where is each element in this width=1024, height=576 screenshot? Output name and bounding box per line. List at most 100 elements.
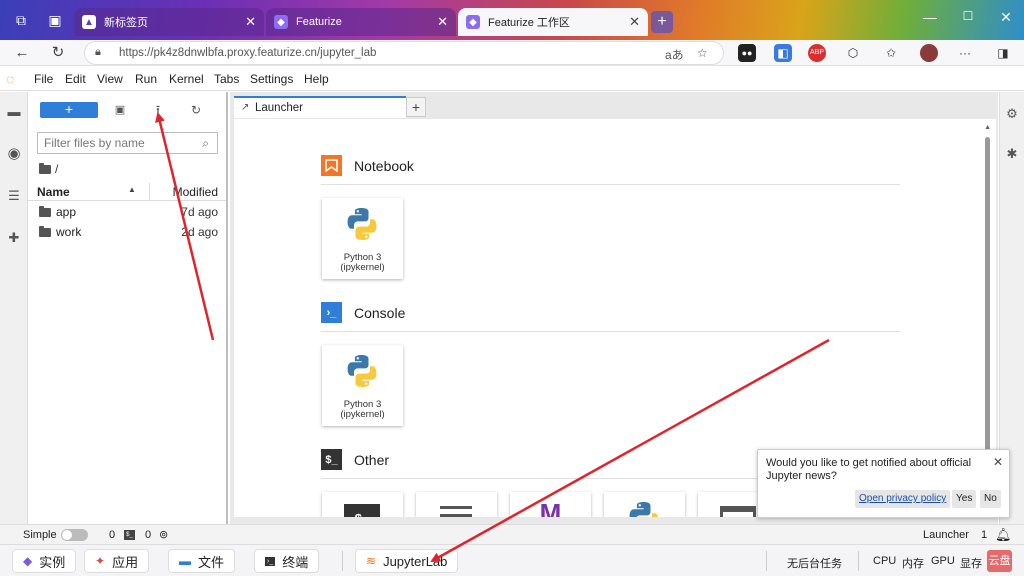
table-of-contents-icon[interactable]: ☰	[6, 188, 22, 204]
extensions-icon[interactable]: ✚	[6, 230, 22, 246]
url-text[interactable]: https://pk4z8dnwlbfa.proxy.featurize.cn/…	[119, 47, 376, 59]
upload-icon[interactable]: ⭱	[150, 102, 166, 118]
back-icon[interactable]: ←	[12, 43, 32, 63]
tab-launcher[interactable]: ↗ Launcher	[234, 96, 406, 118]
markdown-file-card[interactable]: M	[510, 492, 591, 517]
file-row[interactable]: work 2d ago	[28, 222, 226, 242]
memory-metric[interactable]: 内存	[902, 555, 924, 571]
lock-icon[interactable]: 🔒︎	[95, 46, 101, 59]
close-icon[interactable]: ✕	[993, 455, 1003, 469]
menu-help[interactable]: Help	[304, 72, 329, 86]
property-inspector-gears-icon[interactable]: ⚙	[1004, 106, 1020, 122]
read-aloud-icon[interactable]: aあ	[665, 46, 684, 63]
column-divider[interactable]	[149, 183, 150, 201]
breadcrumb[interactable]: /	[39, 162, 58, 176]
menu-settings[interactable]: Settings	[250, 72, 293, 86]
extensions-puzzle-icon[interactable]: ⬡	[844, 44, 862, 62]
scrollbar-thumb[interactable]	[985, 137, 990, 463]
section-other: $_ Other	[321, 449, 389, 470]
section-title-notebook: Notebook	[354, 157, 414, 174]
file-name[interactable]: app	[56, 205, 76, 219]
no-button[interactable]: No	[980, 490, 1001, 508]
scroll-up-icon[interactable]: ▲	[984, 124, 991, 131]
reload-icon[interactable]: ↻	[48, 43, 68, 63]
browser-tab-new-tab[interactable]: ▲ 新标签页 ✕	[74, 8, 264, 36]
cloud-disk-badge[interactable]: 云盘	[987, 550, 1012, 572]
menu-kernel[interactable]: Kernel	[169, 72, 204, 86]
instance-button[interactable]: ◆ 实例	[12, 549, 77, 573]
new-folder-icon[interactable]: ▣	[112, 102, 128, 118]
divider	[342, 551, 343, 571]
refresh-icon[interactable]: ↻	[188, 102, 204, 118]
file-list-header: Name ▲ Modified	[28, 183, 226, 201]
window-icon	[720, 506, 756, 517]
cpu-metric[interactable]: CPU	[873, 555, 896, 567]
python-file-card[interactable]	[604, 492, 685, 517]
column-modified-header[interactable]: Modified	[173, 185, 218, 199]
simple-mode-toggle[interactable]	[61, 529, 88, 541]
address-bar: ← ↻ 🔒︎ https://pk4z8dnwlbfa.proxy.featur…	[0, 40, 1024, 66]
minimize-icon[interactable]: —	[920, 9, 940, 25]
sidebar-toggle-icon[interactable]: ◨	[994, 44, 1012, 62]
menu-tabs[interactable]: Tabs	[214, 72, 239, 86]
terminal-button[interactable]: ›_ 终端	[254, 549, 320, 573]
yes-button[interactable]: Yes	[952, 490, 977, 508]
url-box[interactable]: 🔒︎ https://pk4z8dnwlbfa.proxy.featurize.…	[84, 41, 724, 65]
tab-actions-icon[interactable]: ▣	[46, 11, 64, 29]
menu-run[interactable]: Run	[135, 72, 157, 86]
favorite-star-icon[interactable]: ☆	[697, 46, 708, 60]
column-name-header[interactable]: Name	[37, 185, 70, 199]
menu-view[interactable]: View	[97, 72, 123, 86]
running-sessions-icon[interactable]: ◉	[6, 146, 22, 162]
gpu-metric[interactable]: GPU	[931, 555, 955, 567]
maximize-icon[interactable]: ☐	[958, 9, 978, 23]
bell-icon[interactable]: 🔔︎	[995, 527, 1012, 543]
close-icon[interactable]: ✕	[245, 14, 256, 30]
folder-icon[interactable]: ▬	[6, 104, 22, 120]
close-window-icon[interactable]: ✕	[996, 9, 1016, 26]
jupyterlab-button[interactable]: ≋ JupyterLab	[355, 549, 459, 573]
browser-tab-featurize-workspace[interactable]: ◆ Featurize 工作区 ✕	[458, 8, 648, 36]
new-tab-button[interactable]: +	[651, 11, 673, 33]
terminal-card[interactable]: $_	[322, 492, 403, 517]
file-row[interactable]: app 7d ago	[28, 202, 226, 222]
extension-bookmark-icon[interactable]: ◧	[774, 44, 792, 62]
extension-adblock-icon[interactable]: ABP	[808, 44, 826, 62]
notification-message: Would you like to get notified about off…	[766, 457, 972, 482]
jupyter-logo-icon: ◌	[6, 71, 15, 87]
section-console: ›_ Console	[321, 302, 405, 323]
favorites-list-icon[interactable]: ✩	[882, 44, 900, 62]
close-icon[interactable]: ✕	[629, 14, 640, 30]
new-launcher-tab-button[interactable]: +	[406, 97, 426, 117]
menu-file[interactable]: File	[34, 72, 53, 86]
terminal-icon[interactable]: $_	[124, 530, 135, 540]
extension-tampermonkey-icon[interactable]: ●●	[738, 44, 756, 62]
sort-ascending-icon[interactable]: ▲	[128, 185, 136, 194]
debugger-bug-icon[interactable]: ✱	[1004, 146, 1020, 162]
gpu-memory-metric[interactable]: 显存	[960, 555, 982, 571]
notification-count[interactable]: 1	[981, 529, 987, 541]
console-python3-card[interactable]: Python 3 (ipykernel)	[322, 345, 403, 426]
text-file-card[interactable]	[416, 492, 497, 517]
notebook-python3-card[interactable]: Python 3 (ipykernel)	[322, 198, 403, 279]
featurize-favicon-icon: ◆	[466, 15, 480, 29]
card-caption: Python 3 (ipykernel)	[340, 399, 385, 420]
kernel-status-icon[interactable]: ⊚	[159, 528, 168, 541]
profile-avatar-icon[interactable]	[920, 44, 938, 62]
open-privacy-policy-button[interactable]: Open privacy policy	[855, 490, 951, 508]
close-icon[interactable]: ✕	[437, 14, 448, 30]
kernels-count[interactable]: 0	[145, 529, 151, 541]
new-launcher-button[interactable]: +	[40, 102, 98, 118]
menu-edit[interactable]: Edit	[65, 72, 86, 86]
more-menu-icon[interactable]: ···	[956, 44, 974, 62]
python-logo-icon	[347, 208, 377, 240]
files-button[interactable]: ▬ 文件	[168, 549, 236, 573]
browser-tab-featurize[interactable]: ◆ Featurize ✕	[266, 8, 456, 36]
background-tasks-label[interactable]: 无后台任务	[787, 555, 842, 571]
apps-button[interactable]: ✦ 应用	[84, 549, 150, 573]
filter-files-input[interactable]	[44, 133, 194, 153]
workspaces-icon[interactable]: ⧉	[12, 11, 30, 29]
terminals-count[interactable]: 0	[109, 529, 115, 541]
file-name[interactable]: work	[56, 225, 81, 239]
breadcrumb-root[interactable]: /	[55, 162, 58, 176]
